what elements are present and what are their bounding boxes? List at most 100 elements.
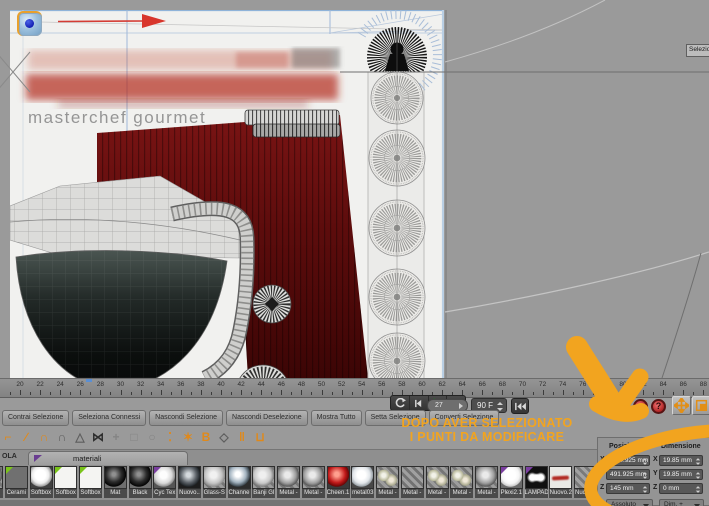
dimension-axis-label: Y: [653, 470, 658, 477]
material-tile[interactable]: Metal -: [277, 466, 300, 499]
material-thumbnail-chrome[interactable]: [227, 466, 251, 489]
material-tile[interactable]: Nuovo.2: [549, 466, 573, 499]
material-tile[interactable]: LAMPAD: [524, 466, 548, 499]
material-thumbnail-sparkle[interactable]: [376, 466, 399, 489]
material-tile[interactable]: Softbox: [29, 466, 53, 499]
material-tile[interactable]: Metal -: [376, 466, 399, 499]
position-z-field[interactable]: 145 mm: [606, 483, 650, 494]
knob-dial[interactable]: [252, 284, 292, 324]
dimension-y-field[interactable]: 19.85 mm: [659, 469, 703, 480]
material-thumbnail-plexi[interactable]: [499, 466, 523, 489]
material-thumbnail-metal[interactable]: [277, 466, 300, 489]
mixer-collar: [244, 109, 340, 126]
material-tile[interactable]: metal03: [351, 466, 375, 499]
tab-fragment[interactable]: OLA: [2, 453, 17, 460]
material-thumbnail-stripeflat[interactable]: [400, 466, 424, 489]
material-thumbnail-metal[interactable]: [475, 466, 498, 489]
position-mode-dropdown[interactable]: Assoluto: [606, 499, 653, 506]
material-tile[interactable]: Softbox: [54, 466, 78, 499]
loop-button[interactable]: [391, 396, 410, 410]
material-thumbnail-stripes[interactable]: [574, 466, 597, 489]
move-tool-icon[interactable]: [672, 396, 691, 415]
arch-icon[interactable]: ∩: [54, 428, 70, 446]
material-thumbnail-metal[interactable]: [301, 466, 325, 489]
help-button[interactable]: ?: [651, 399, 666, 414]
dimension-z-field[interactable]: 0 mm: [659, 483, 703, 494]
cube-icon[interactable]: ◇: [216, 428, 232, 446]
material-thumbnail-spherelgray[interactable]: [153, 466, 177, 489]
material-tile[interactable]: [0, 466, 3, 499]
material-thumbnail-spherewhite[interactable]: [29, 466, 53, 489]
material-tile[interactable]: Banji Gl: [252, 466, 276, 499]
material-tile[interactable]: Cerami: [4, 466, 28, 499]
add-point-icon[interactable]: +: [108, 428, 124, 446]
material-thumbnail-discoball[interactable]: [178, 466, 201, 489]
prev-frame-button[interactable]: [410, 396, 429, 410]
current-frame-marker[interactable]: [86, 379, 92, 382]
weld-icon[interactable]: ✶: [180, 428, 196, 446]
material-thumbnail-scribble[interactable]: [549, 466, 573, 489]
material-thumbnail-metal[interactable]: [0, 466, 3, 489]
material-tile[interactable]: Softbox: [79, 466, 102, 499]
material-tile[interactable]: Metal -: [400, 466, 424, 499]
material-tile[interactable]: Metal -: [301, 466, 325, 499]
material-thumbnail-sparkle[interactable]: [425, 466, 449, 489]
scale-tool-icon[interactable]: [692, 396, 709, 415]
selection-button-mostra-tutto[interactable]: Mostra Tutto: [310, 410, 362, 426]
material-thumbnail-flatwhite[interactable]: [54, 466, 78, 489]
selection-button-seleziona-connessi[interactable]: Seleziona Connessi: [72, 410, 147, 426]
stitch-icon[interactable]: ⁚: [162, 428, 178, 446]
material-thumbnail-flatdark[interactable]: [4, 466, 28, 489]
material-tile[interactable]: Cheen.1: [326, 466, 350, 499]
magnet-icon[interactable]: ∩: [36, 428, 52, 446]
stepper-icon[interactable]: [642, 458, 648, 465]
stepper-icon[interactable]: [642, 472, 648, 479]
tab-materials[interactable]: materiali: [28, 451, 188, 466]
material-tile[interactable]: Nuovo.r: [574, 466, 597, 499]
position-x-field[interactable]: -214.925 mm: [606, 455, 650, 466]
material-tile[interactable]: Nuovo..: [178, 466, 201, 499]
ring-icon[interactable]: ○: [144, 428, 160, 446]
selection-button-contrai-selezione[interactable]: Contrai Selezione: [2, 410, 70, 426]
material-thumbnail-banji[interactable]: [252, 466, 276, 489]
position-y-field[interactable]: 491.925 mm: [606, 469, 650, 480]
knife-icon[interactable]: ∕: [18, 428, 34, 446]
stepper-icon[interactable]: [695, 486, 701, 493]
mirror-icon[interactable]: ⋈: [90, 428, 106, 446]
record-button[interactable]: [633, 399, 648, 414]
material-thumbnail-sparkle[interactable]: [450, 466, 474, 489]
material-tile[interactable]: Channe: [227, 466, 251, 499]
dimension-x-field[interactable]: 19.85 mm: [659, 455, 703, 466]
viewport-canvas[interactable]: masterchef gourmet: [0, 0, 709, 378]
selection-button-nascondi-deselezione[interactable]: Nascondi Deselezione: [226, 410, 308, 426]
stepper-icon[interactable]: [642, 486, 648, 493]
stepper-icon[interactable]: [695, 472, 701, 479]
bevel-icon[interactable]: ⌐: [0, 428, 16, 446]
material-thumbnail-sphereblack[interactable]: [128, 466, 152, 489]
material-tile[interactable]: Black: [128, 466, 152, 499]
material-tile[interactable]: Metal -: [425, 466, 449, 499]
material-thumbnail-sphereblack[interactable]: [103, 466, 127, 489]
dimension-mode-dropdown[interactable]: Dim. +: [659, 499, 704, 506]
matrix-icon[interactable]: □: [126, 428, 142, 446]
material-thumbnail-flatwhite[interactable]: [79, 466, 102, 489]
material-tile[interactable]: Cyc Tex: [153, 466, 177, 499]
fill-icon[interactable]: ⊔: [252, 428, 268, 446]
material-thumbnail-red[interactable]: [326, 466, 350, 489]
material-tile[interactable]: Mat: [103, 466, 127, 499]
split-icon[interactable]: ‖: [234, 428, 250, 446]
viewport[interactable]: masterchef gourmet Selezio: [0, 0, 709, 378]
stepper-icon[interactable]: [695, 458, 701, 465]
material-tile[interactable]: Metal -: [475, 466, 498, 499]
material-thumbnail-lamp[interactable]: [524, 466, 548, 489]
bridge-icon[interactable]: B: [198, 428, 214, 446]
goto-start-button[interactable]: [511, 398, 529, 414]
material-tile[interactable]: Glass-S: [202, 466, 226, 499]
material-thumbnail-silver[interactable]: [351, 466, 375, 489]
material-tile[interactable]: Metal -: [450, 466, 474, 499]
view-axis-widget[interactable]: [17, 11, 42, 36]
pyramid-icon[interactable]: △: [72, 428, 88, 446]
material-thumbnail-glass[interactable]: [202, 466, 226, 489]
selection-button-nascondi-selezione[interactable]: Nascondi Selezione: [149, 410, 224, 426]
material-tile[interactable]: Plexi2.1: [499, 466, 523, 499]
